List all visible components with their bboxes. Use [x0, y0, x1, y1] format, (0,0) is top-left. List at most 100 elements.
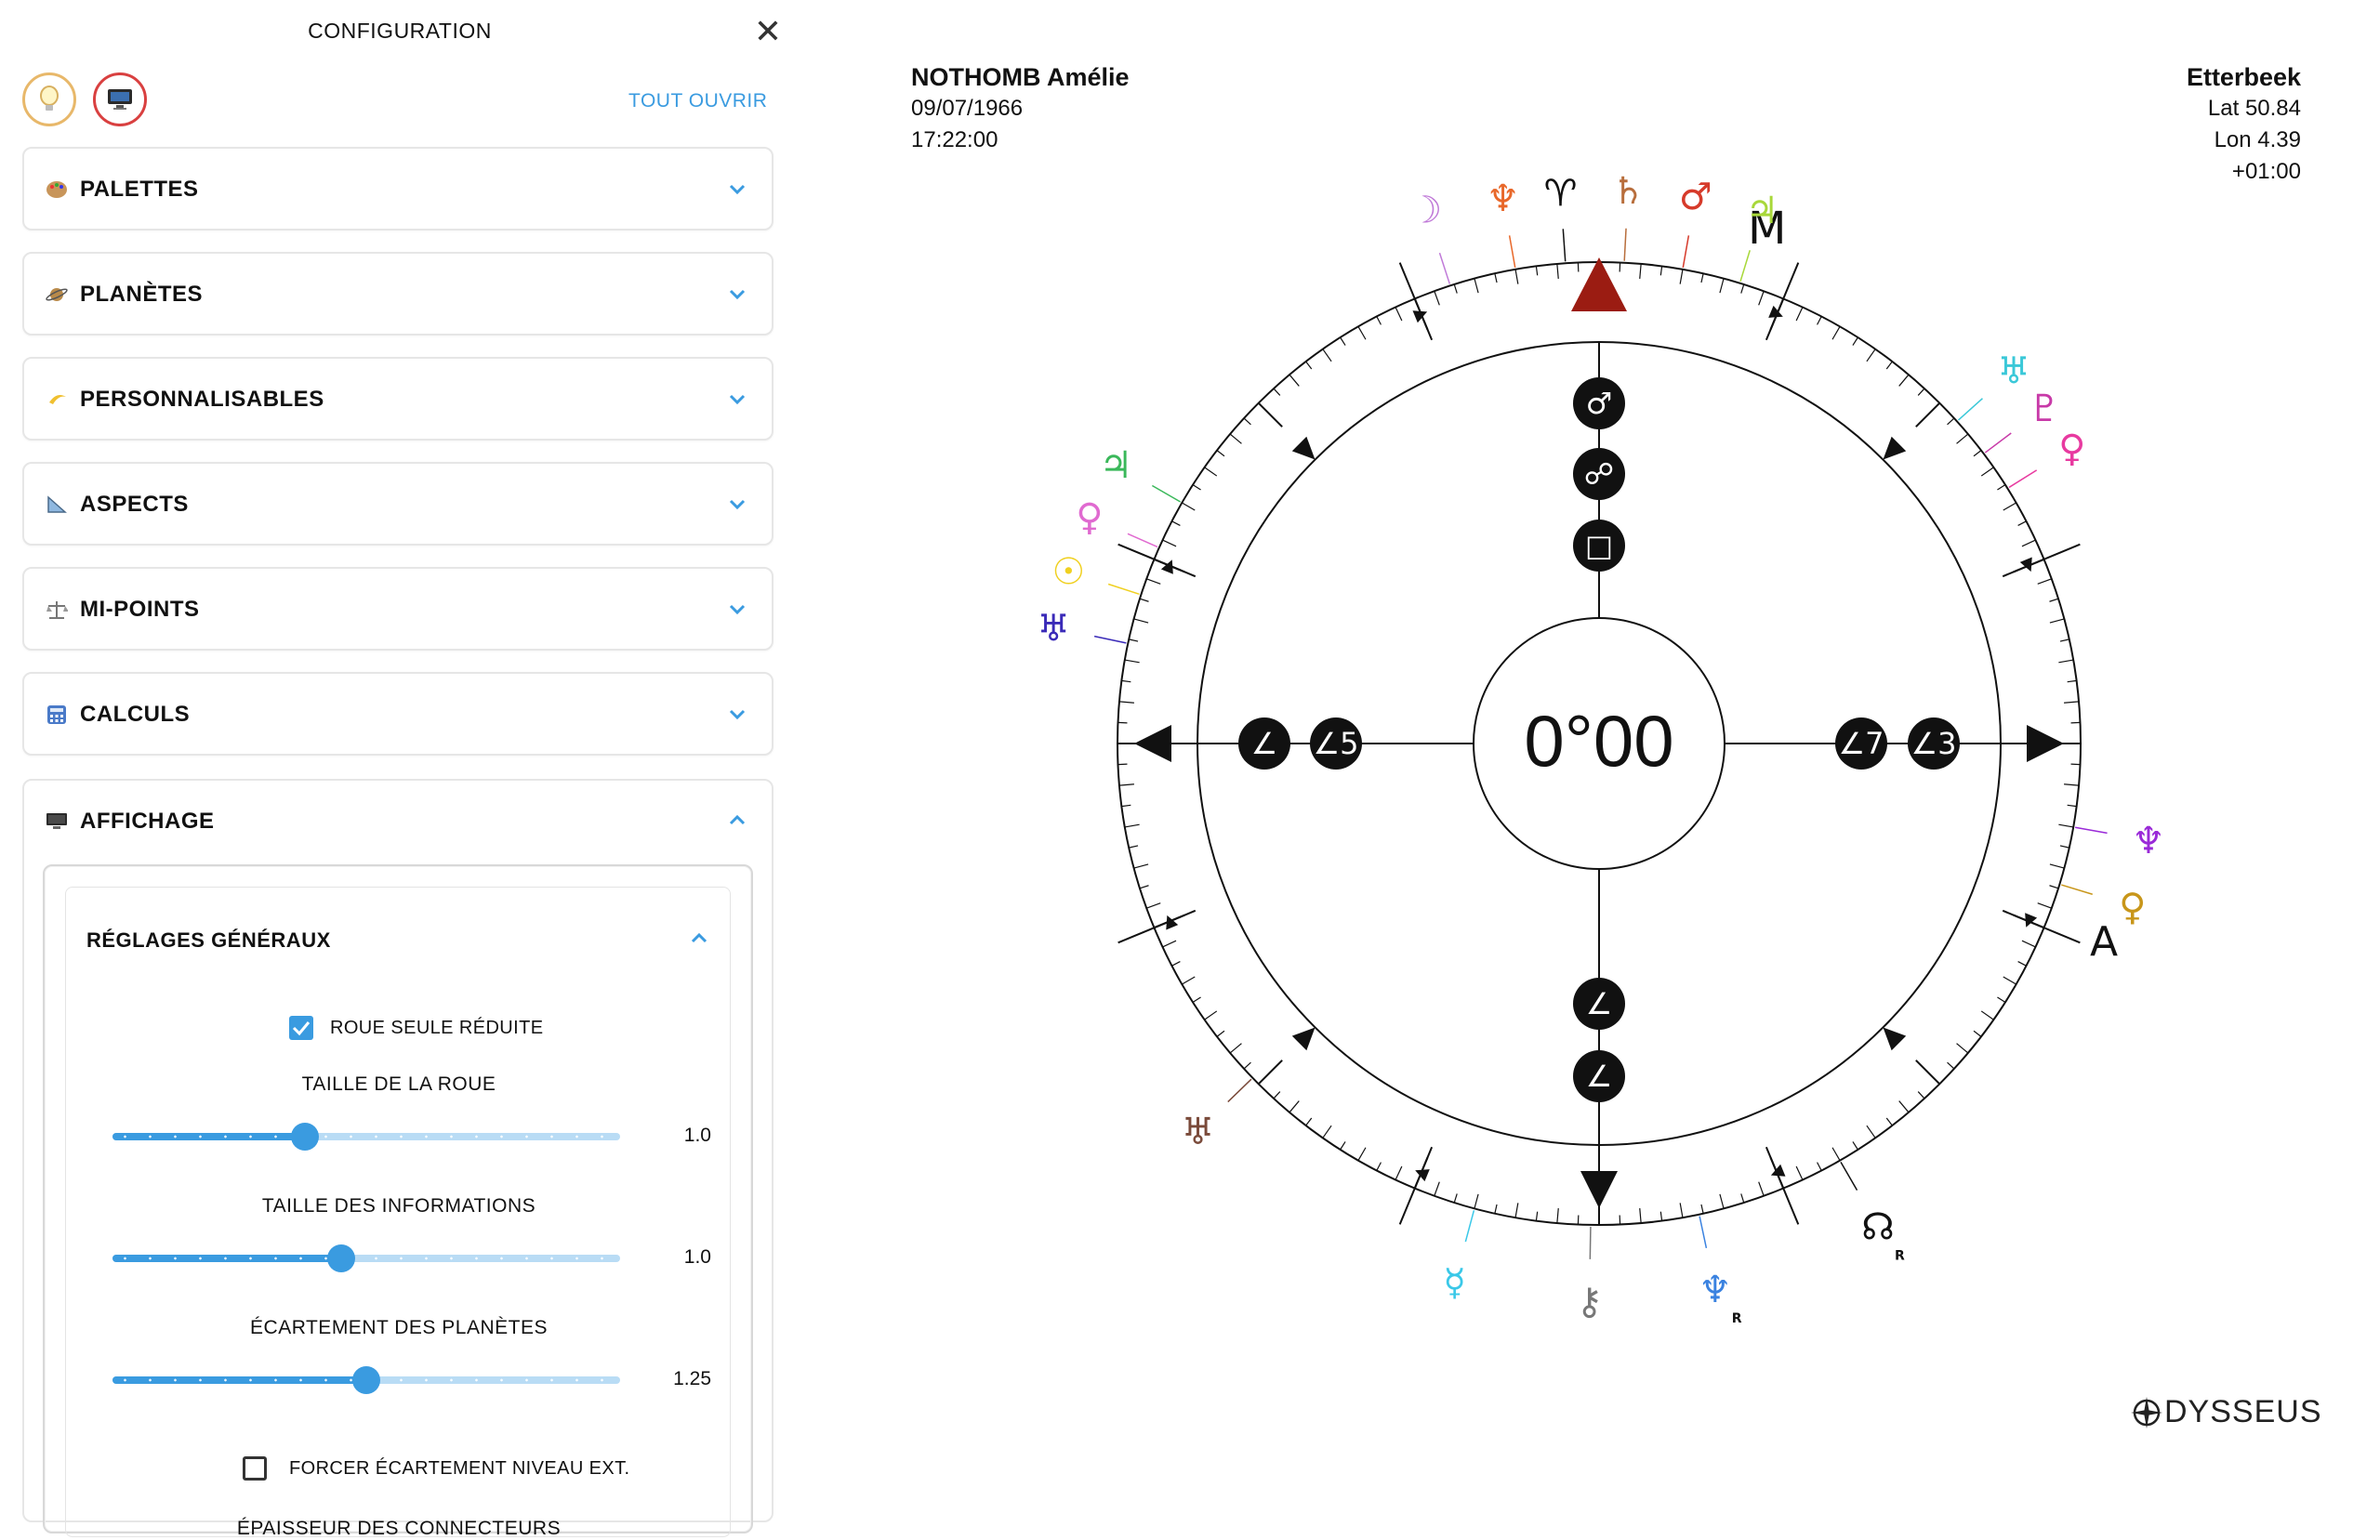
dial-marker: [1768, 1165, 1785, 1181]
scale-tick: [2018, 962, 2027, 967]
scale-tick: [1377, 1163, 1382, 1171]
scale-tick: [1205, 1011, 1217, 1020]
scale-tick: [1741, 1193, 1744, 1203]
scale-tick: [1259, 403, 1282, 427]
chevron-up-icon[interactable]: [689, 928, 709, 949]
scale-tick: [1205, 467, 1217, 476]
accordion-label: PERSONNALISABLES: [80, 387, 324, 413]
scale-tick: [1125, 660, 1140, 663]
chevron-down-icon: [727, 599, 747, 619]
planet-connector: [1683, 235, 1688, 267]
slider-label: TAILLE DE LA ROUE: [66, 1073, 732, 1096]
force-outer-checkbox[interactable]: [243, 1456, 267, 1481]
scale-tick: [2018, 521, 2027, 526]
scale-tick: [1918, 388, 1924, 395]
planet-zeus: ♃: [1745, 190, 1778, 232]
scale-tick: [1454, 1193, 1457, 1203]
close-button[interactable]: ✕: [749, 13, 787, 50]
scale-tick: [1244, 1062, 1250, 1069]
aspect-glyph: ∠7: [1838, 726, 1884, 761]
scale-tick: [1899, 1101, 1909, 1112]
longitude: Lon 4.39: [2187, 125, 2301, 156]
chart-info-left: NOTHOMB Amélie 09/07/1966 17:22:00: [911, 61, 1130, 156]
scale-tick: [1146, 579, 1160, 584]
reduced-wheel-checkbox[interactable]: [289, 1016, 313, 1040]
close-icon: ✕: [754, 12, 782, 50]
accordion-display-header[interactable]: AFFICHAGE: [24, 781, 772, 864]
slider-1[interactable]: [112, 1124, 620, 1150]
planet-mercury: ☿: [1443, 1262, 1466, 1305]
scale-tick: [1306, 362, 1312, 369]
scale-tick: [1640, 1208, 1641, 1223]
open-all-link[interactable]: TOUT OUVRIR: [628, 90, 767, 112]
retrograde-mark: R: [1732, 1311, 1742, 1326]
accordion-4[interactable]: ASPECTS: [22, 462, 774, 546]
scale-tick: [1306, 1118, 1312, 1125]
scale-tick: [1341, 1141, 1345, 1149]
slider-3[interactable]: [112, 1367, 620, 1393]
planet-admetos: ♀: [2119, 886, 2146, 928]
planet-chiron: ⚷: [1576, 1281, 1603, 1323]
planet-connector: [1985, 433, 2011, 453]
accordion-6[interactable]: CALCULS: [22, 672, 774, 756]
scale-tick: [1244, 418, 1250, 425]
major-tick: [1400, 1147, 1432, 1224]
scale-tick: [2038, 579, 2052, 584]
aspect-glyph: ∠5: [1313, 726, 1358, 761]
scale-tick: [1193, 485, 1200, 490]
scale-tick: [1759, 291, 1764, 305]
planet-pluto: ♇: [2028, 388, 2061, 430]
planet-saturn: ♄: [1611, 170, 1645, 213]
scale-tick: [1454, 284, 1457, 294]
scale-tick: [1720, 1194, 1724, 1208]
scale-tick: [2049, 886, 2058, 888]
planet-kronos: ♀: [1076, 496, 1103, 539]
dial-marker: [1768, 306, 1785, 322]
accordion-5[interactable]: MI-POINTS: [22, 567, 774, 651]
scale-tick: [2068, 680, 2077, 681]
screen-mode-button[interactable]: [93, 72, 147, 126]
aspect-glyph: ∠: [1586, 1059, 1613, 1094]
accordion-2[interactable]: PLANÈTES: [22, 252, 774, 336]
planet-apollon: ♅: [1181, 1111, 1214, 1153]
scale-tick: [1867, 349, 1875, 362]
triangle-ruler-icon: [45, 493, 69, 517]
aspect-glyph: ☍: [1584, 456, 1614, 492]
scale-tick: [1134, 864, 1148, 868]
scale-tick: [2022, 941, 2036, 947]
accordion-label: MI-POINTS: [80, 597, 200, 623]
dial-marker-large: [1292, 437, 1323, 467]
lightbulb-icon: [37, 86, 61, 113]
planet-uranus: ♅: [1997, 350, 2030, 393]
planet-connector: [1740, 250, 1750, 281]
planet-jupiter: ♃: [1099, 444, 1132, 487]
dial-marker-large: [1292, 1020, 1323, 1051]
slider-thumb[interactable]: [291, 1123, 319, 1151]
light-mode-button[interactable]: [22, 72, 76, 126]
chevron-down-icon: [727, 283, 747, 304]
accordion-1[interactable]: PALETTES: [22, 147, 774, 230]
slider-thumb[interactable]: [327, 1244, 355, 1272]
planet-connector: [2061, 885, 2092, 894]
scale-tick: [2064, 702, 2079, 703]
scale-tick: [2058, 660, 2073, 663]
scale-tick: [1899, 375, 1909, 386]
accordion-3[interactable]: PERSONNALISABLES: [22, 357, 774, 441]
balance-icon: [45, 598, 69, 622]
chevron-down-icon: [727, 704, 747, 724]
slider-thumb[interactable]: [352, 1366, 380, 1394]
screen-icon: [45, 809, 69, 834]
astro-wheel[interactable]: 0°00♂☍□∠∠∠∠5∠7∠3MA☽♆♈♄♂♃♅♇♀♃♀☉♅♆♀☊R♆R⚷☿♅: [1023, 167, 2175, 1338]
scale-tick: [1867, 1125, 1875, 1138]
slider-2[interactable]: [112, 1245, 620, 1271]
chart-info-right: Etterbeek Lat 50.84 Lon 4.39 +01:00: [2187, 61, 2301, 188]
scale-tick: [1435, 1182, 1439, 1196]
planet-connector: [1465, 1210, 1474, 1242]
scale-tick: [1358, 326, 1366, 339]
slider-label: TAILLE DES INFORMATIONS: [66, 1195, 732, 1218]
planet-connector: [1128, 533, 1157, 546]
scale-tick: [1957, 1044, 1968, 1053]
scale-tick: [1701, 1204, 1703, 1214]
scale-tick: [1121, 805, 1130, 806]
planet-connector: [1510, 235, 1515, 267]
